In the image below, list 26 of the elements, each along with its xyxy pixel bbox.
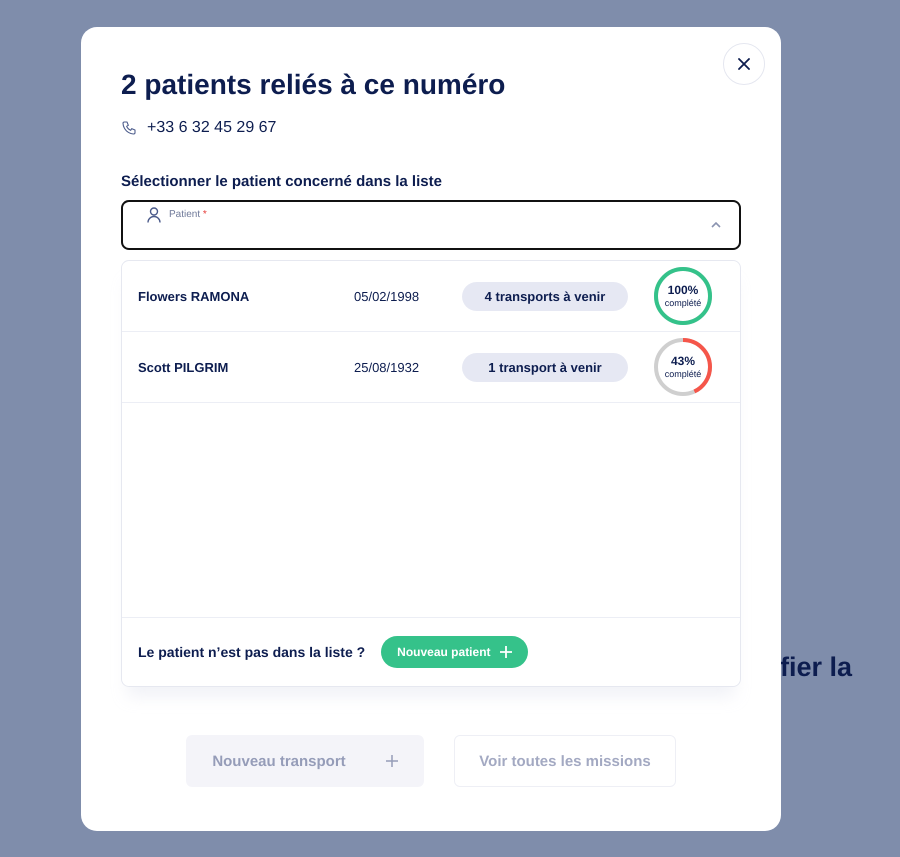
phone-number: +33 6 32 45 29 67 <box>147 119 276 137</box>
transport-count: 4 transports à venir <box>462 282 628 310</box>
patient-name: Scott PILGRIM <box>138 360 230 374</box>
new-patient-button[interactable]: Nouveau patient <box>381 636 528 668</box>
birth-date: 25/08/1932 <box>354 360 420 374</box>
patient-select[interactable]: Patient * <box>121 200 741 250</box>
page-heading: fier la <box>780 652 852 683</box>
patient-name: Flowers RAMONA <box>138 288 250 304</box>
dialog-title: 2 patients reliés à ce numéro <box>121 68 506 102</box>
patient-row[interactable]: Flowers RAMONA 05/02/1998 4 transports à venir 100% complété <box>122 261 740 332</box>
progress-label: complété <box>664 297 702 309</box>
progress-percent: 43% <box>670 354 696 368</box>
transport-count: 1 transport à venir <box>462 352 628 382</box>
field-label: Patient * <box>169 209 207 220</box>
birth-date: 05/02/1998 <box>354 288 420 304</box>
not-in-list-text: Le patient n’est pas dans la liste ? <box>138 644 366 660</box>
close-button[interactable] <box>723 43 765 85</box>
person-icon <box>147 207 161 223</box>
patient-row[interactable]: Scott PILGRIM 25/08/1932 1 transport à venir 43% complété <box>122 332 740 403</box>
progress-percent: 100% <box>668 283 698 297</box>
close-icon <box>738 58 750 70</box>
phone-icon <box>121 120 137 136</box>
plus-icon <box>500 646 512 658</box>
plus-icon <box>386 755 398 767</box>
select-label: Sélectionner le patient concerné dans la liste <box>121 173 443 190</box>
progress-label: complété <box>664 368 702 380</box>
